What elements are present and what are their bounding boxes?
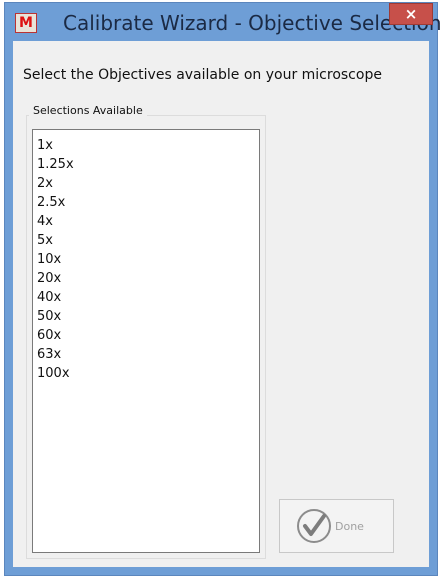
list-item[interactable]: 10x <box>33 250 259 269</box>
list-item[interactable]: 5x <box>33 231 259 250</box>
list-item[interactable]: 100x <box>33 364 259 383</box>
list-item[interactable]: 60x <box>33 326 259 345</box>
done-button[interactable]: Done <box>279 499 394 553</box>
close-icon: × <box>404 5 418 23</box>
list-item[interactable]: 4x <box>33 212 259 231</box>
list-item[interactable]: 40x <box>33 288 259 307</box>
checkmark-circle-icon <box>297 509 331 543</box>
instructions-text: Select the Objectives available on your … <box>23 67 382 83</box>
objectives-listbox[interactable]: 1x 1.25x 2x 2.5x 4x 5x 10x 20x 40x 50x 6… <box>32 129 260 553</box>
close-button[interactable]: × <box>389 3 433 25</box>
list-item[interactable]: 1.25x <box>33 155 259 174</box>
done-label: Done <box>335 519 364 533</box>
app-icon: M <box>15 13 37 33</box>
window-title: Calibrate Wizard - Objective Selection <box>63 11 442 35</box>
list-item[interactable]: 20x <box>33 269 259 288</box>
title-bar[interactable]: M Calibrate Wizard - Objective Selection… <box>5 3 442 41</box>
list-item[interactable]: 1x <box>33 136 259 155</box>
list-item[interactable]: 2.5x <box>33 193 259 212</box>
selections-label: Selections Available <box>29 104 147 117</box>
list-item[interactable]: 2x <box>33 174 259 193</box>
list-item[interactable]: 50x <box>33 307 259 326</box>
list-item[interactable]: 63x <box>33 345 259 364</box>
calibrate-wizard-window: M Calibrate Wizard - Objective Selection… <box>4 2 442 576</box>
dialog-client-area: Select the Objectives available on your … <box>13 41 429 567</box>
